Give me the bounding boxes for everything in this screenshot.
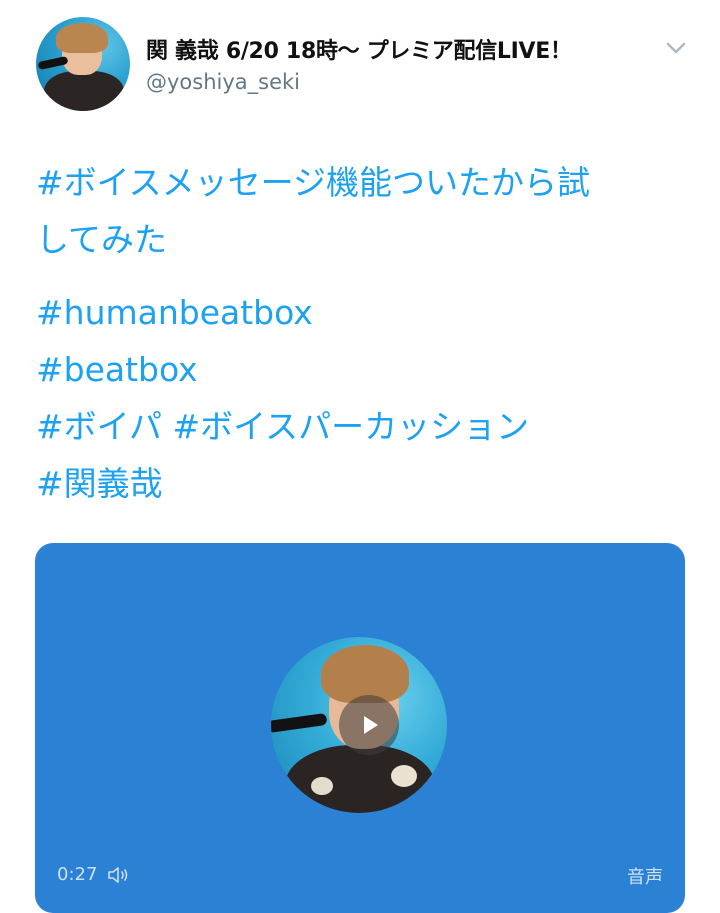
hashtag-humanbeatbox[interactable]: #humanbeatbox [36, 284, 686, 341]
play-button[interactable] [339, 695, 399, 755]
author-handle[interactable]: @yoshiya_seki [146, 70, 300, 94]
author-display-name[interactable]: 関 義哉 6/20 18時〜 プレミア配信LIVE！ [146, 33, 572, 65]
voice-duration: 0:27 [57, 864, 98, 885]
avatar-shirt [44, 71, 124, 111]
tweet-paragraph: #ボイスメッセージ機能ついたから試 してみた [36, 154, 686, 268]
hashtag-beatbox[interactable]: #beatbox [36, 341, 686, 398]
hashtag-voice-message-cont[interactable]: してみた [36, 211, 686, 268]
avatar-hair [56, 23, 108, 53]
avatar-mic [37, 55, 69, 71]
tweet-hashtags: #humanbeatbox #beatbox #ボイパ #ボイスパーカッション … [36, 284, 686, 512]
author-avatar[interactable] [36, 17, 130, 111]
hashtag-voipa[interactable]: #ボイパ #ボイスパーカッション [36, 398, 686, 455]
chevron-down-icon[interactable] [664, 36, 688, 60]
hashtag-seki-yoshiya[interactable]: #関義哉 [36, 455, 686, 512]
play-icon [364, 716, 378, 734]
voice-avatar [271, 637, 447, 813]
voice-message-card[interactable]: 0:27 音声 [35, 543, 685, 913]
shirt-pattern [391, 765, 417, 787]
hashtag-voice-message[interactable]: #ボイスメッセージ機能ついたから試 [36, 154, 686, 211]
tweet-text: #ボイスメッセージ機能ついたから試 してみた #humanbeatbox #be… [36, 154, 686, 528]
voice-label: 音声 [627, 867, 663, 888]
voice-avatar-mic [271, 712, 328, 734]
shirt-pattern [311, 777, 333, 795]
speaker-icon[interactable] [107, 865, 131, 885]
